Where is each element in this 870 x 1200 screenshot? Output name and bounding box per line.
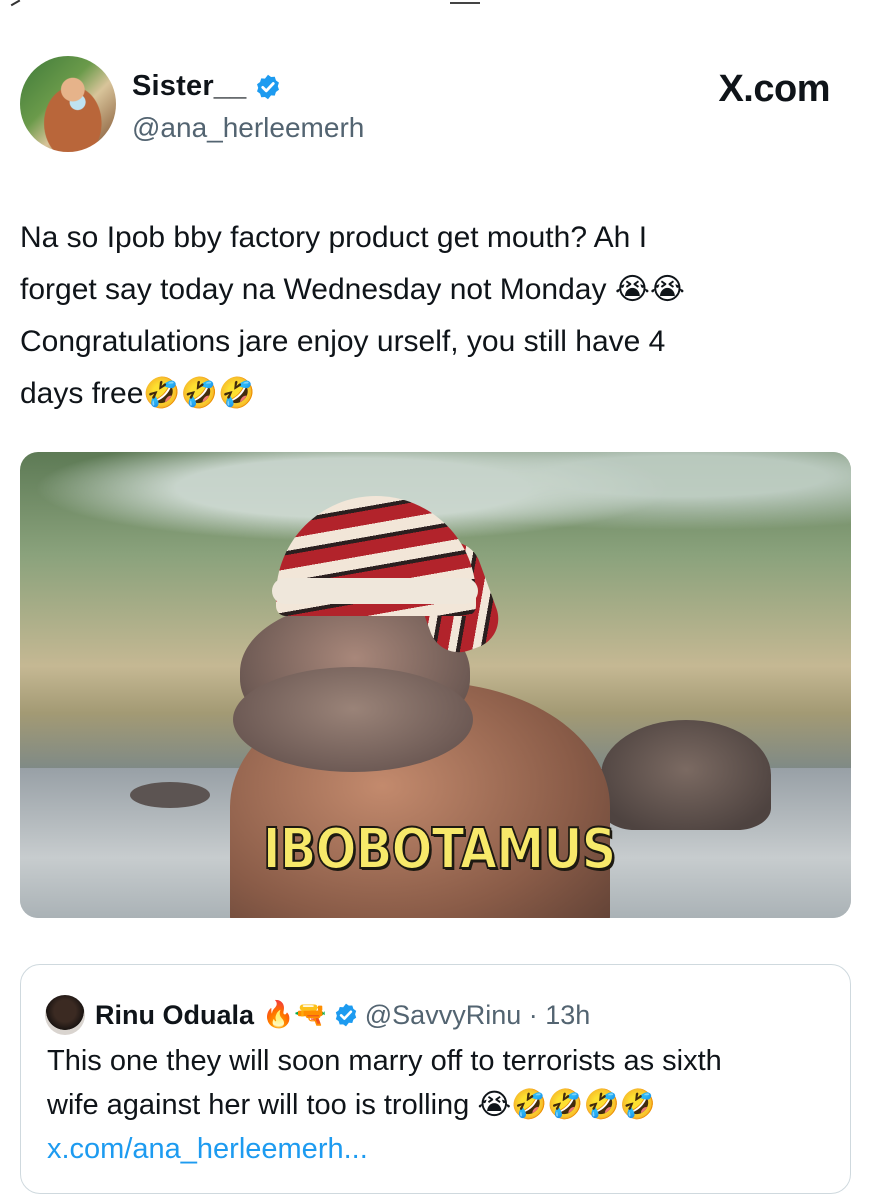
hippo-left-image xyxy=(130,782,210,808)
quoted-tweet[interactable]: Rinu Oduala 🔥🔫 @SavvyRinu · 13h This one… xyxy=(20,964,851,1194)
quoted-author-row: Rinu Oduala 🔥🔫 @SavvyRinu · 13h xyxy=(45,995,590,1035)
author-display-name[interactable]: Sister__ xyxy=(132,70,246,103)
tweet-line: days free🤣🤣🤣 xyxy=(20,377,256,410)
verified-badge-icon xyxy=(257,74,280,99)
quoted-handle-time[interactable]: @SavvyRinu · 13h xyxy=(365,1000,591,1031)
quoted-display-name[interactable]: Rinu Oduala xyxy=(95,1000,254,1031)
quoted-text: This one they will soon marry off to ter… xyxy=(47,1039,837,1171)
hippo-right-image xyxy=(601,720,771,830)
hippo-snout-image xyxy=(233,667,473,772)
brand-watermark: X.com xyxy=(718,68,830,110)
partial-icon xyxy=(9,0,21,7)
avatar[interactable] xyxy=(20,56,116,152)
image-caption-text: IBOBOTAMUS xyxy=(262,816,617,883)
tweet-line: forget say today na Wednesday not Monday… xyxy=(20,273,685,306)
quoted-line: wife against her will too is trolling 😭🤣… xyxy=(47,1089,656,1121)
tweet-media-image[interactable]: IBOBOTAMUS xyxy=(20,452,851,918)
verified-badge-icon xyxy=(335,1003,356,1027)
quoted-line: This one they will soon marry off to ter… xyxy=(47,1045,722,1077)
tweet-header: Sister__ @ana_herleemerh X.com xyxy=(20,56,850,156)
partial-text xyxy=(450,0,480,4)
author-handle[interactable]: @ana_herleemerh xyxy=(132,112,364,144)
quoted-link[interactable]: x.com/ana_herleemerh... xyxy=(47,1127,837,1171)
image-caption: IBOBOTAMUS xyxy=(20,816,851,883)
quoted-avatar[interactable] xyxy=(45,995,85,1035)
tweet-line: Congratulations jare enjoy urself, you s… xyxy=(20,325,666,358)
cap-band-image xyxy=(272,578,478,604)
tweet-line: Na so Ipob bby factory product get mouth… xyxy=(20,221,648,254)
quoted-name-emojis: 🔥🔫 xyxy=(262,1000,327,1030)
author-name-row: Sister__ xyxy=(132,70,282,103)
top-cutoff-edge xyxy=(0,0,870,8)
tweet-text: Na so Ipob bby factory product get mouth… xyxy=(20,212,850,420)
